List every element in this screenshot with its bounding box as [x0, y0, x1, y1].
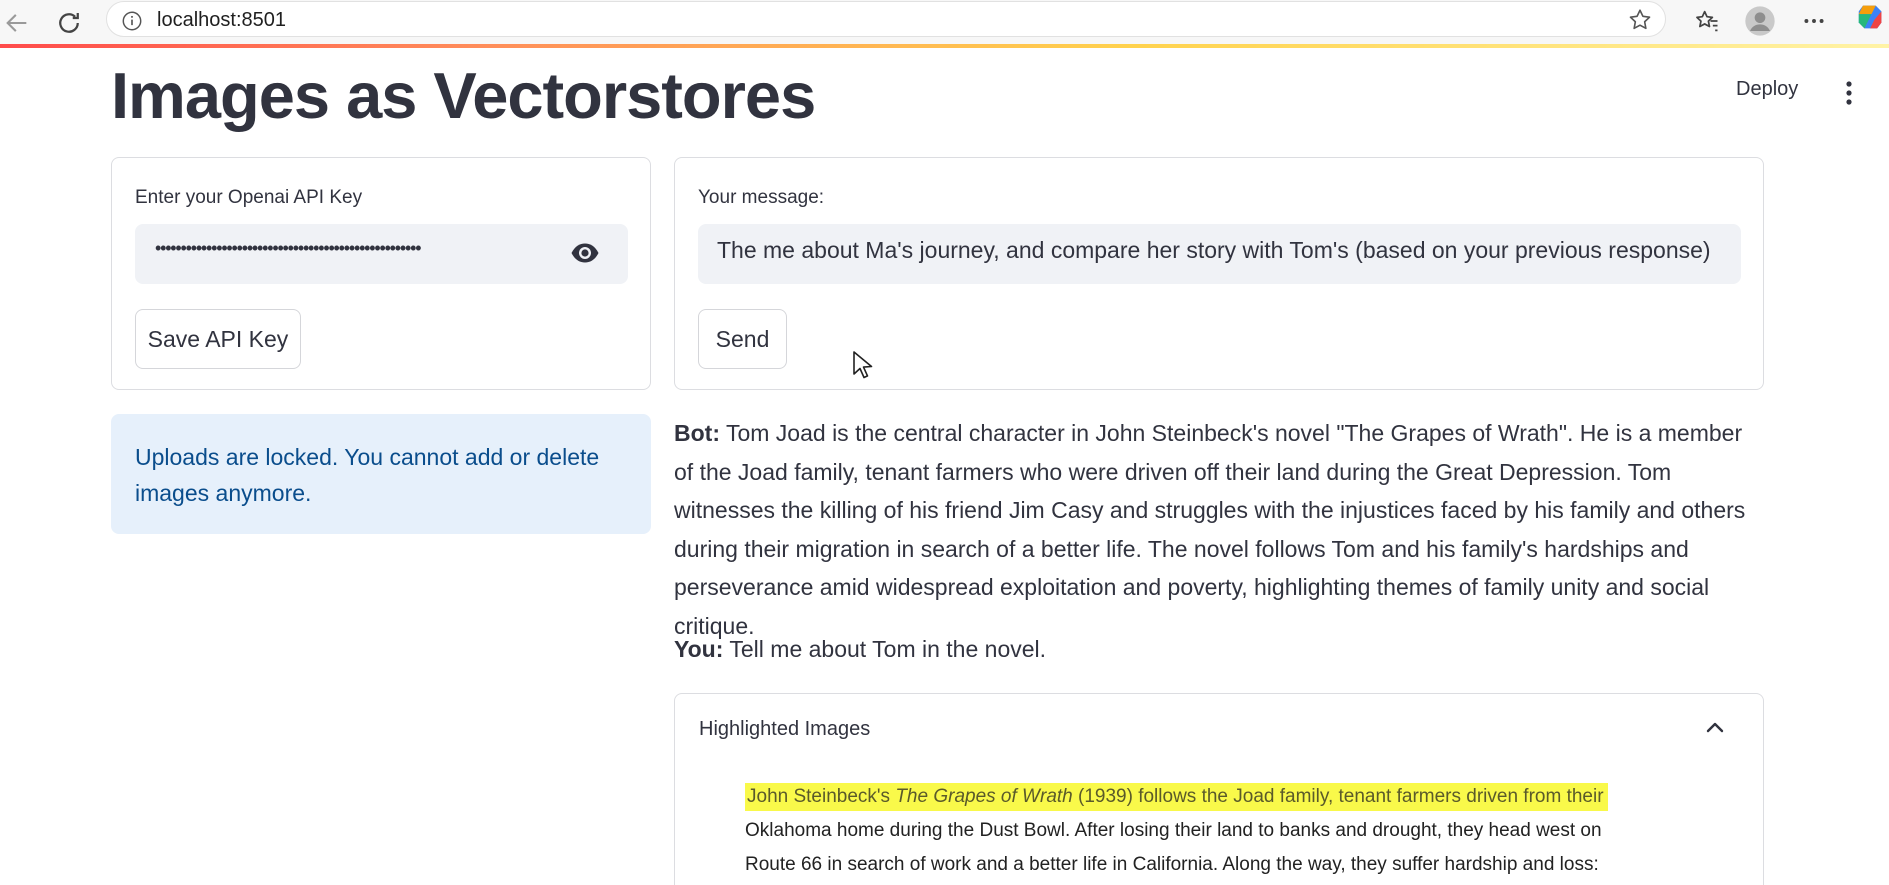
api-key-label: Enter your Openai API Key [135, 187, 363, 208]
doc-text: (1939) follows the Joad family, tenant f… [1072, 786, 1604, 807]
api-key-input[interactable]: ••••••••••••••••••••••••••••••••••••••••… [135, 224, 628, 284]
browser-toolbar: localhost:8501 [0, 0, 1889, 46]
save-api-key-button[interactable]: Save API Key [135, 309, 301, 369]
mouse-cursor-icon [852, 350, 874, 385]
expander-header[interactable]: Highlighted Images [699, 718, 870, 741]
status-decoration-line [0, 44, 1889, 48]
deploy-button[interactable]: Deploy [1736, 78, 1798, 101]
main-menu-icon[interactable] [1842, 80, 1856, 106]
highlighted-images-expander: Highlighted Images John Steinbeck's The … [674, 693, 1764, 885]
chat-message-user: You: Tell me about Tom in the novel. [674, 630, 1764, 669]
info-alert: Uploads are locked. You cannot add or de… [111, 414, 651, 534]
document-image-line: Route 66 in search of work and a better … [745, 854, 1599, 875]
reload-icon[interactable] [52, 6, 86, 40]
more-menu-icon[interactable] [1797, 4, 1831, 38]
message-input[interactable]: The me about Ma's journey, and compare h… [698, 224, 1741, 284]
chat-message-text: Tom Joad is the central character in Joh… [674, 420, 1746, 639]
message-form: Your message: The me about Ma's journey,… [674, 157, 1764, 390]
message-label: Your message: [698, 187, 825, 208]
chat-speaker: You: [674, 636, 724, 662]
chat-message-bot: Bot: Tom Joad is the central character i… [674, 414, 1764, 645]
page-title: Images as Vectorstores [111, 59, 816, 132]
profile-avatar-icon[interactable] [1743, 4, 1777, 38]
api-key-form: Enter your Openai API Key ••••••••••••••… [111, 157, 651, 390]
site-info-icon[interactable] [121, 10, 143, 37]
url-host: localhost [157, 9, 236, 31]
message-input-value: The me about Ma's journey, and compare h… [717, 237, 1711, 263]
api-key-masked-value: ••••••••••••••••••••••••••••••••••••••••… [155, 238, 421, 258]
send-button[interactable]: Send [698, 309, 787, 369]
document-image-line: Oklahoma home during the Dust Bowl. Afte… [745, 820, 1602, 841]
chat-message-text: Tell me about Tom in the novel. [729, 636, 1047, 662]
back-icon[interactable] [0, 6, 34, 40]
favorites-icon[interactable] [1690, 4, 1724, 38]
chevron-up-icon[interactable] [1705, 720, 1725, 739]
url-text: localhost:8501 [157, 9, 286, 32]
doc-text: John Steinbeck's [747, 786, 896, 807]
info-alert-text: Uploads are locked. You cannot add or de… [135, 444, 600, 506]
address-bar[interactable]: localhost:8501 [106, 1, 1666, 37]
favorite-star-icon[interactable] [1627, 7, 1653, 38]
copilot-icon[interactable] [1854, 0, 1889, 34]
url-port: :8501 [235, 9, 286, 31]
highlighted-text: John Steinbeck's The Grapes of Wrath (19… [745, 783, 1608, 811]
doc-text-italic: The Grapes of Wrath [895, 786, 1073, 807]
document-image-line: John Steinbeck's The Grapes of Wrath (19… [745, 783, 1608, 811]
show-password-eye-icon[interactable] [570, 241, 600, 270]
chat-speaker: Bot: [674, 420, 720, 446]
